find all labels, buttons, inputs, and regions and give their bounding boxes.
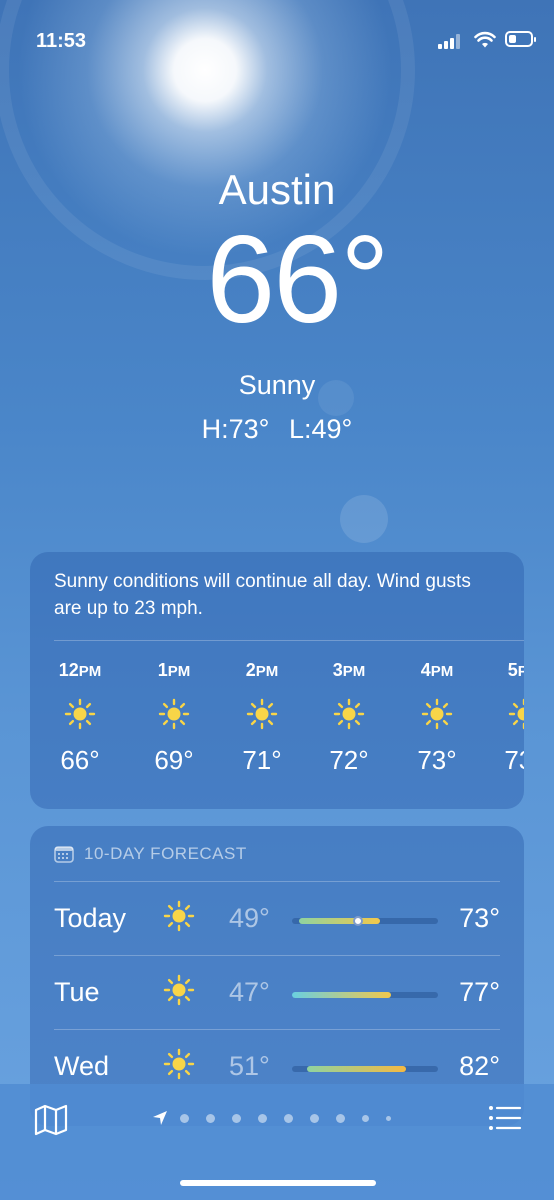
ten-day-forecast-card[interactable]: 10-DAY FORECAST Today 49° 73° Tue 47° 77… — [30, 826, 524, 1126]
sun-icon — [162, 899, 196, 938]
sun-icon — [319, 697, 379, 731]
page-dot — [232, 1113, 241, 1123]
forecast-day: Wed — [54, 1051, 110, 1081]
lens-flare — [340, 495, 388, 543]
sun-icon — [162, 1047, 196, 1086]
high-low: H:73° L:49° — [0, 414, 554, 445]
sun-icon — [232, 697, 292, 731]
high-temp: H:73° — [201, 414, 270, 444]
range-fill — [292, 992, 392, 998]
cellular-signal-icon — [438, 33, 464, 49]
sun-icon — [144, 697, 204, 731]
forecast-low: 49° — [229, 903, 270, 933]
current-condition: Sunny — [238, 370, 316, 400]
forecast-high: 73° — [459, 903, 500, 933]
status-bar: 11:53 — [0, 0, 554, 80]
forecast-row[interactable]: Tue 47° 77° — [54, 955, 500, 1029]
hour-item: 1PM 69° — [144, 660, 204, 776]
hour-item: 4PM 73° — [407, 660, 467, 776]
temperature-range-bar — [292, 916, 438, 926]
forecast-row[interactable]: Today 49° 73° — [54, 881, 500, 955]
wifi-icon — [474, 31, 496, 48]
forecast-day: Today — [54, 903, 127, 933]
page-dot — [258, 1113, 267, 1123]
hour-item: 2PM 71° — [232, 660, 292, 776]
range-fill — [299, 918, 380, 924]
list-icon[interactable] — [488, 1104, 522, 1132]
current-temperature: 66° — [206, 211, 390, 349]
forecast-title: 10-DAY FORECAST — [84, 844, 247, 863]
page-dot — [386, 1115, 391, 1121]
calendar-icon — [54, 846, 74, 863]
low-temp: L:49° — [289, 414, 353, 444]
temperature-range-bar — [292, 992, 438, 998]
sun-icon — [494, 697, 524, 731]
forecast-high: 82° — [459, 1051, 500, 1081]
current-temp-dot — [352, 916, 363, 926]
page-dot — [362, 1114, 369, 1122]
hour-item: 12PM 66° — [50, 660, 110, 776]
hourly-forecast-card[interactable]: Sunny conditions will continue all day. … — [30, 552, 524, 809]
hour-item: 5PM 73° — [494, 660, 524, 776]
sun-icon — [162, 973, 196, 1012]
forecast-low: 51° — [229, 1051, 270, 1081]
page-dot — [206, 1113, 215, 1123]
city-name: Austin — [218, 166, 336, 213]
map-icon[interactable] — [34, 1104, 68, 1136]
forecast-day: Tue — [54, 977, 100, 1007]
range-fill — [306, 1066, 406, 1072]
status-time: 11:53 — [36, 30, 87, 52]
battery-icon — [505, 31, 536, 47]
forecast-header: 10-DAY FORECAST — [54, 844, 247, 864]
forecast-low: 47° — [229, 977, 270, 1007]
temperature-range-bar — [292, 1066, 438, 1072]
hourly-scroll[interactable]: 12PM 66° 1PM 69° 2PM 71° 3PM 72° 4PM 73°… — [30, 660, 524, 800]
location-arrow-icon — [153, 1111, 167, 1125]
page-dot — [284, 1113, 293, 1123]
page-dot — [310, 1113, 319, 1123]
page-dot — [180, 1113, 189, 1123]
forecast-high: 77° — [459, 977, 500, 1007]
sun-icon — [50, 697, 110, 731]
sun-icon — [407, 697, 467, 731]
page-indicator[interactable] — [152, 1108, 408, 1128]
page-dot — [336, 1113, 345, 1123]
divider — [54, 640, 524, 641]
hourly-summary: Sunny conditions will continue all day. … — [54, 571, 471, 619]
hour-item: 3PM 72° — [319, 660, 379, 776]
bottom-toolbar — [0, 1084, 554, 1200]
home-indicator[interactable] — [180, 1180, 376, 1186]
